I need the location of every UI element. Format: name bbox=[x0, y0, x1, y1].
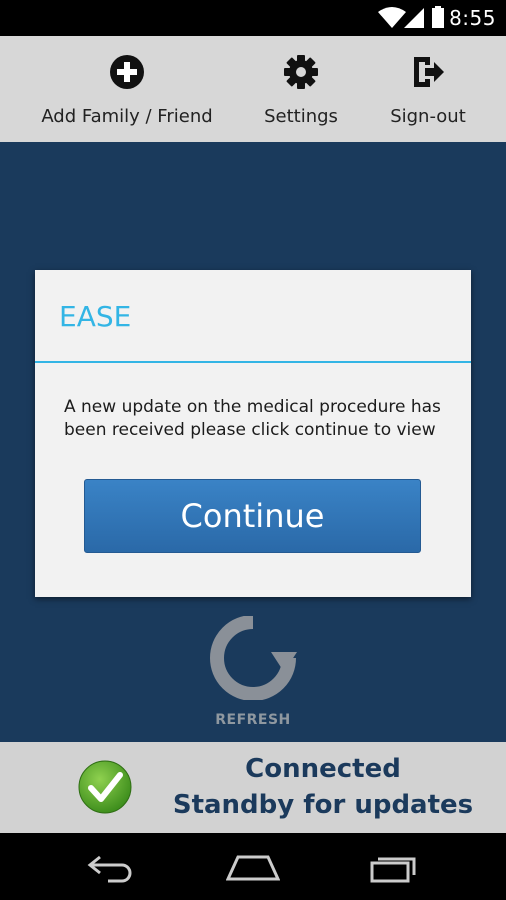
sign-out-icon bbox=[414, 57, 444, 87]
sign-out-button[interactable]: Sign-out bbox=[380, 36, 476, 142]
home-icon[interactable] bbox=[226, 851, 280, 883]
wifi-icon bbox=[378, 7, 406, 28]
continue-button[interactable]: Continue bbox=[84, 479, 421, 553]
cell-signal-icon bbox=[404, 8, 424, 28]
add-circle-icon bbox=[110, 55, 144, 89]
settings-button[interactable]: Settings bbox=[251, 36, 351, 142]
connection-status-subtitle: Standby for updates bbox=[172, 790, 474, 820]
gear-icon bbox=[284, 55, 318, 89]
update-dialog: EASE A new update on the medical procedu… bbox=[35, 270, 471, 597]
recents-icon[interactable] bbox=[368, 851, 420, 883]
connection-status-title: Connected bbox=[245, 754, 401, 784]
toolbar: Add Family / Friend Settings Sign-out bbox=[0, 36, 506, 142]
dialog-title: EASE bbox=[59, 300, 132, 333]
dialog-divider bbox=[35, 361, 471, 363]
refresh-button[interactable]: REFRESH bbox=[203, 616, 303, 728]
refresh-label: REFRESH bbox=[215, 712, 291, 728]
status-bar: 8:55 bbox=[0, 0, 506, 36]
connection-status: Connected Standby for updates bbox=[0, 742, 506, 833]
back-icon[interactable] bbox=[86, 851, 138, 883]
settings-label: Settings bbox=[264, 106, 338, 127]
system-nav-bar bbox=[0, 833, 506, 900]
add-family-friend-button[interactable]: Add Family / Friend bbox=[20, 36, 234, 142]
add-family-friend-label: Add Family / Friend bbox=[41, 106, 213, 127]
dialog-message: A new update on the medical procedure ha… bbox=[64, 397, 441, 440]
battery-icon bbox=[432, 6, 444, 28]
sign-out-label: Sign-out bbox=[390, 106, 466, 127]
clock: 8:55 bbox=[449, 6, 496, 30]
refresh-icon bbox=[210, 616, 297, 700]
green-check-icon bbox=[78, 760, 132, 814]
